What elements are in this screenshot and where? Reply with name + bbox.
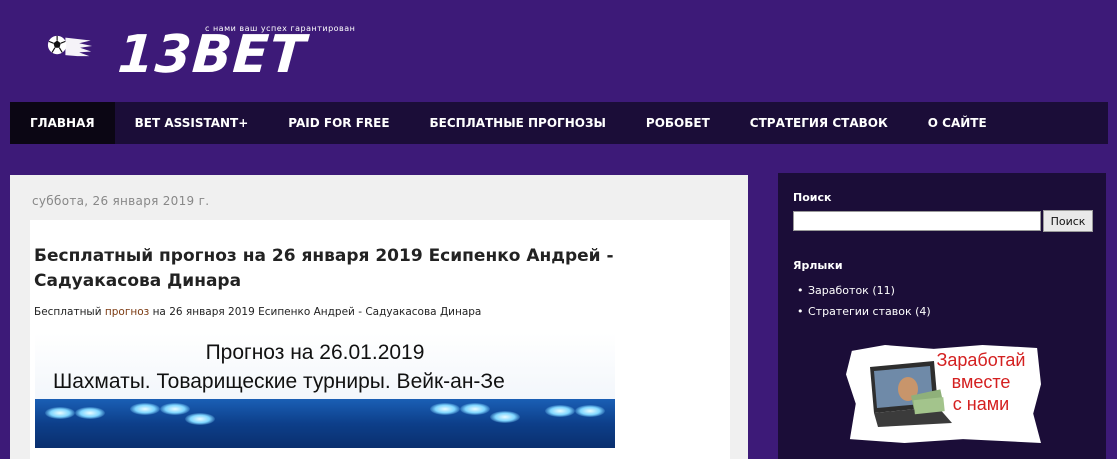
date-header: суббота, 26 января 2019 г. [32,194,210,208]
search-button[interactable]: Поиск [1043,210,1093,232]
stadium-light [130,403,160,415]
logo-text: 13BET [115,25,309,85]
promo-line-2: вместе [951,372,1011,392]
nav-item-home[interactable]: ГЛАВНАЯ [10,102,115,144]
main-column: суббота, 26 января 2019 г. Бесплатный пр… [10,175,748,459]
nav-item-bet-assistant[interactable]: BET ASSISTANT+ [115,102,269,144]
promo-text: Заработай вместе с нами [926,349,1036,415]
label-count: (11) [872,284,895,297]
nav-item-betting-strategy[interactable]: СТРАТЕГИЯ СТАВОК [730,102,908,144]
nav-item-robobet[interactable]: РОБОБЕТ [626,102,730,144]
snippet-start: Бесплатный [34,306,105,318]
stadium-light [545,405,575,417]
labels-list: Заработок (11) Стратегии ставок (4) [797,280,931,322]
post-banner-image[interactable]: Прогноз на 26.01.2019 Шахматы. Товарищес… [35,333,615,448]
stadium-light [185,413,215,425]
stadium-light [430,403,460,415]
list-item: Стратегии ставок (4) [797,301,931,322]
nav-item-free-predictions[interactable]: БЕСПЛАТНЫЕ ПРОГНОЗЫ [410,102,626,144]
labels-heading: Ярлыки [793,259,843,272]
promo-line-3: с нами [952,394,1010,414]
banner-line-1: Прогноз на 26.01.2019 [205,341,425,364]
soccer-ball-icon [47,35,93,57]
nav-item-paid-for-free[interactable]: PAID FOR FREE [268,102,409,144]
stadium-light [45,407,75,419]
stadium-light [160,403,190,415]
stadium-light [75,407,105,419]
post-title[interactable]: Бесплатный прогноз на 26 января 2019 Еси… [34,244,724,294]
banner-line-2: Шахматы. Товарищеские турниры. Вейк-ан-З… [53,370,505,393]
banner-text-area: Прогноз на 26.01.2019 Шахматы. Товарищес… [35,333,615,403]
label-link-strategies[interactable]: Стратегии ставок [808,305,912,318]
search-input[interactable] [793,211,1041,231]
promo-banner[interactable]: Заработай вместе с нами [846,341,1041,446]
stadium-light [490,411,520,423]
sidebar: Поиск Поиск Ярлыки Заработок (11) Страте… [778,173,1106,459]
snippet-end: на 26 января 2019 Есипенко Андрей - Саду… [149,306,482,318]
label-count: (4) [915,305,931,318]
stadium-light [460,403,490,415]
main-navigation: ГЛАВНАЯ BET ASSISTANT+ PAID FOR FREE БЕС… [10,102,1108,144]
promo-line-1: Заработай [936,350,1026,370]
list-item: Заработок (11) [797,280,931,301]
nav-item-about[interactable]: О САЙТЕ [908,102,1007,144]
stadium-light [575,405,605,417]
snippet-keyword: прогноз [104,306,150,318]
label-link-earnings[interactable]: Заработок [808,284,869,297]
post-snippet: Бесплатный прогноз на 26 января 2019 Еси… [34,306,481,318]
stadium-lights-graphic [35,399,615,448]
search-heading: Поиск [793,191,832,204]
blog-post: Бесплатный прогноз на 26 января 2019 Еси… [30,220,730,459]
